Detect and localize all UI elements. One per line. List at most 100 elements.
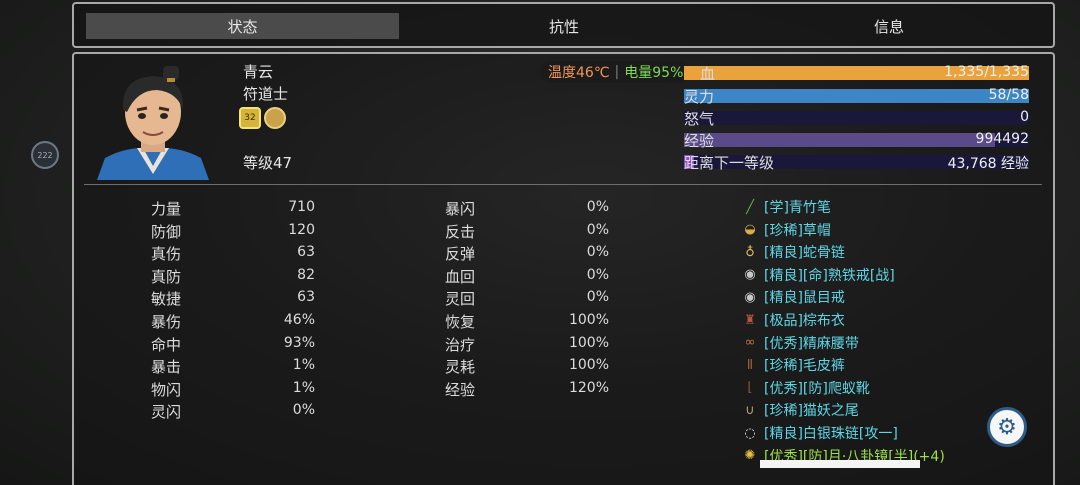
character-name: 青云: [243, 63, 274, 81]
stat-label: 血回: [445, 267, 476, 286]
equipment-name: [极品]棕布衣: [764, 313, 845, 329]
stat-value: 1%: [292, 357, 315, 374]
equipment-item[interactable]: ♁ [精良]蛇骨链: [740, 241, 845, 263]
equipment-name: [优秀][防]爬蚁靴: [764, 380, 870, 397]
stat-value: 100%: [568, 312, 609, 328]
stat-value: 710: [288, 199, 315, 215]
equipment-name: [珍稀]草帽: [764, 222, 831, 239]
bar-track: [684, 111, 1029, 125]
necklace-icon: ♁: [745, 244, 755, 260]
equipment-item[interactable]: ◌ [精良]白银珠链[攻一]: [740, 422, 898, 444]
stat-label: 灵耗: [445, 358, 476, 377]
pants-icon: Ⅱ: [746, 357, 754, 373]
stat-value: 0%: [586, 266, 609, 283]
brush-icon: ╱: [746, 199, 754, 215]
tab-status[interactable]: 状态: [86, 13, 399, 39]
tab-bar: 状态 抗性 信息: [72, 2, 1055, 48]
gear-icon: ⚙: [997, 414, 1017, 440]
rank-badge[interactable]: 32: [239, 107, 261, 129]
bar-label: 血: [700, 65, 716, 83]
stat-label: 治疗: [445, 335, 476, 354]
scroll-indicator: [760, 460, 920, 468]
equipment-name: [精良]白银珠链[攻一]: [764, 426, 898, 442]
stat-value: 120%: [568, 379, 609, 396]
hat-icon: ◒: [744, 222, 756, 238]
tab-resistance[interactable]: 抗性: [494, 13, 634, 39]
stat-label: 恢复: [445, 313, 476, 331]
section-divider: [84, 184, 1042, 185]
equipment-name: [学]青竹笔: [764, 200, 831, 216]
stat-label: 防御: [151, 222, 182, 241]
stat-value: 100%: [568, 334, 609, 351]
equipment-item[interactable]: ╱ [学]青竹笔: [740, 196, 831, 218]
stat-label: 物闪: [151, 380, 182, 399]
stat-value: 0%: [586, 289, 609, 306]
stat-label: 真伤: [151, 245, 182, 264]
robe-icon: ♜: [744, 312, 756, 328]
stat-value: 63: [297, 289, 315, 306]
stat-value: 100%: [568, 357, 609, 374]
belt-icon: ∞: [744, 335, 756, 351]
equipment-item[interactable]: ⌊ [优秀][防]爬蚁靴: [740, 377, 870, 399]
stat-value: 46%: [283, 312, 315, 328]
boots-icon: ⌊: [747, 380, 753, 396]
title-badge-icon[interactable]: [264, 107, 286, 129]
battery-text: 电量95%: [624, 65, 684, 81]
tail-icon: ∪: [745, 402, 755, 418]
bar-label: 经验: [684, 132, 715, 150]
stat-label: 真防: [151, 267, 182, 286]
stat-label: 力量: [151, 200, 182, 218]
stat-label: 暴闪: [445, 200, 476, 218]
stat-value: 0%: [292, 402, 315, 419]
equipment-item[interactable]: ◉ [精良][命]熟铁戒[战]: [740, 264, 895, 286]
stat-value: 63: [297, 244, 315, 261]
stat-label: 敏捷: [151, 290, 182, 309]
ring-icon: ◉: [744, 289, 756, 305]
stat-value: 0%: [586, 244, 609, 261]
equipment-item[interactable]: ∪ [珍稀]猫妖之尾: [740, 399, 859, 421]
beads-icon: ◌: [744, 425, 756, 441]
bar-track: [684, 89, 1029, 103]
stat-label: 经验: [445, 380, 476, 399]
bar-value: 1,335/1,335: [944, 64, 1029, 80]
bar-label: 距离下一等级: [684, 154, 775, 172]
equipment-name: [珍稀]毛皮裤: [764, 358, 845, 375]
character-portrait: [97, 66, 209, 180]
bar-value: 994492: [975, 131, 1029, 147]
stat-value: 0%: [586, 221, 609, 238]
character-level: 等级47: [243, 154, 293, 172]
ring-icon: ◉: [744, 267, 756, 283]
equipment-name: [精良]蛇骨链: [764, 245, 845, 262]
bar-value: 0: [1020, 109, 1029, 125]
bar-fill: [684, 89, 1029, 103]
equipment-item[interactable]: Ⅱ [珍稀]毛皮裤: [740, 354, 845, 376]
stat-label: 暴击: [151, 358, 182, 377]
bar-label: 灵力: [684, 88, 715, 106]
equipment-name: [优秀]精麻腰带: [764, 335, 859, 352]
stat-label: 暴伤: [151, 313, 182, 331]
stat-value: 82: [297, 266, 315, 283]
equipment-item[interactable]: ◒ [珍稀]草帽: [740, 219, 831, 241]
equipment-name: [精良]鼠目戒: [764, 290, 845, 307]
bar-fill: [684, 133, 995, 147]
equipment-item[interactable]: ♜ [极品]棕布衣: [740, 309, 845, 331]
device-status-overlay: 温度46℃ | 电量95%: [540, 61, 692, 83]
stat-value: 1%: [292, 379, 315, 396]
stat-label: 反弹: [445, 245, 476, 264]
overlay-separator: |: [614, 64, 620, 80]
mirror-icon: ✺: [744, 448, 756, 464]
stat-label: 灵回: [445, 290, 476, 309]
equipment-item[interactable]: ◉ [精良]鼠目戒: [740, 286, 845, 308]
stat-value: 120: [288, 221, 315, 238]
stat-label: 灵闪: [151, 403, 182, 422]
character-class: 符道士: [243, 85, 289, 103]
stat-value: 0%: [586, 199, 609, 215]
stat-label: 命中: [151, 335, 182, 354]
tab-info[interactable]: 信息: [834, 13, 944, 39]
bar-label: 怒气: [684, 110, 715, 128]
floating-bubble[interactable]: 222: [31, 141, 59, 169]
equipment-name: [精良][命]熟铁戒[战]: [764, 267, 895, 284]
settings-gear-button[interactable]: ⚙: [987, 407, 1027, 447]
equipment-item[interactable]: ∞ [优秀]精麻腰带: [740, 332, 859, 354]
stat-label: 反击: [445, 222, 476, 241]
